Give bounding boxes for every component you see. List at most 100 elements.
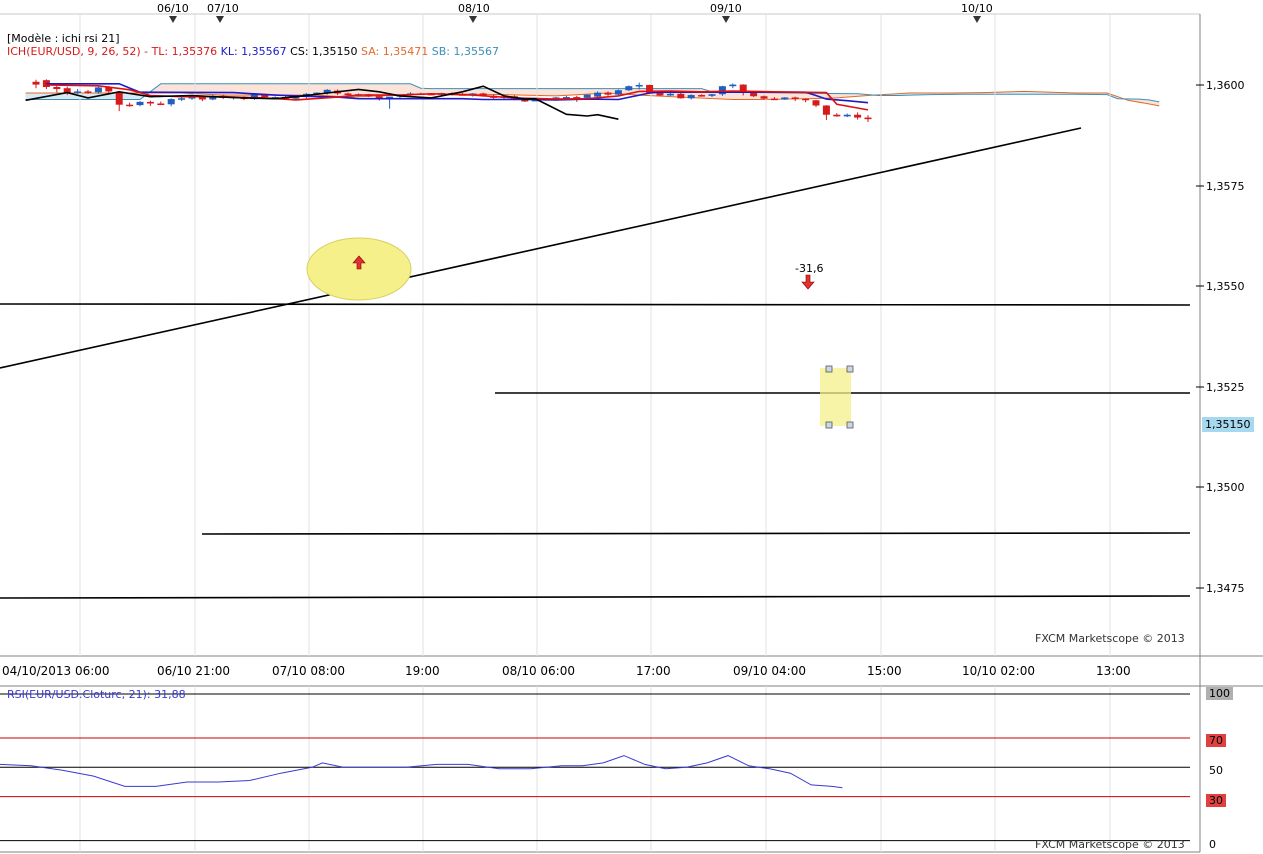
time-label: 04/10/2013 06:00: [2, 664, 110, 678]
candle-body: [625, 86, 633, 91]
selection-handle: [825, 365, 833, 373]
highlight-box: [820, 368, 851, 426]
candle-body: [115, 93, 123, 105]
kumo-segment: [735, 91, 739, 100]
kumo-segment: [261, 83, 266, 96]
kumo-segment: [381, 83, 385, 97]
kumo-segment: [124, 92, 128, 100]
kumo-segment: [568, 88, 572, 96]
selection-handle: [846, 421, 854, 429]
candle-body: [718, 86, 726, 95]
candle-body: [822, 105, 830, 115]
candle-body: [708, 94, 716, 96]
kumo-segment: [516, 88, 520, 96]
rsi-level-label: 50: [1209, 764, 1223, 777]
kumo-segment: [274, 83, 279, 96]
price-label: 1,3575: [1206, 180, 1245, 193]
kumo-segment: [571, 88, 575, 96]
time-label: 15:00: [867, 664, 902, 678]
candle-body: [698, 95, 706, 97]
candle-body: [32, 81, 40, 85]
price-label: 1,3525: [1206, 381, 1245, 394]
rsi-level-label: 30: [1206, 794, 1226, 807]
candle-body: [635, 85, 643, 87]
kumo-segment: [529, 88, 533, 96]
kumo-segment: [511, 88, 515, 96]
kumo-segment: [290, 83, 294, 96]
kumo-segment: [282, 83, 286, 96]
kumo-segment: [373, 83, 377, 97]
sa-value: SA: 1,35471: [361, 45, 429, 58]
kumo-segment: [776, 92, 780, 100]
rsi-level-label: 70: [1206, 734, 1226, 747]
kumo-segment: [100, 92, 104, 100]
kumo-segment: [737, 91, 741, 100]
kumo-segment: [27, 92, 32, 100]
copyright-rsi: FXCM Marketscope © 2013: [1035, 838, 1185, 851]
candle-body: [802, 98, 810, 101]
candle-body: [53, 87, 61, 90]
top-date-label: 10/10: [961, 2, 993, 15]
model-label: [Modèle : ichi rsi 21]: [7, 32, 120, 45]
kumo-segment: [540, 88, 544, 96]
kumo-segment: [586, 88, 591, 95]
ichimoku-chart[interactable]: [0, 0, 1263, 854]
candle-body: [781, 97, 789, 100]
kumo-segment: [339, 83, 344, 97]
candle-body: [84, 91, 92, 93]
kumo-segment: [514, 88, 518, 96]
kumo-segment: [527, 88, 531, 96]
kumo-segment: [727, 91, 731, 100]
candle-body: [604, 92, 612, 95]
horizontal-support-line: [0, 303, 1191, 306]
ich-name: ICH(EUR/USD, 9, 26, 52) -: [7, 45, 149, 58]
kumo-segment: [506, 88, 510, 96]
kumo-segment: [378, 83, 383, 97]
rsi-level-label: 100: [1206, 687, 1233, 700]
kumo-segment: [295, 83, 299, 96]
horizontal-line: [201, 532, 1191, 535]
time-label: 06/10 21:00: [157, 664, 230, 678]
kumo-segment: [560, 88, 565, 96]
kumo-segment: [800, 92, 804, 100]
kumo-segment: [833, 93, 838, 99]
price-label: 1,3475: [1206, 582, 1245, 595]
kumo-segment: [581, 88, 585, 95]
kumo-segment: [558, 88, 562, 96]
candle-body: [729, 84, 737, 87]
kumo-segment: [547, 88, 552, 96]
kumo-segment: [831, 93, 835, 99]
cs-value: CS: 1,35150: [290, 45, 358, 58]
kumo-segment: [573, 88, 578, 96]
kumo-segment: [25, 92, 29, 100]
kumo-segment: [701, 88, 705, 99]
kumo-segment: [277, 83, 281, 96]
current-price-tag: 1,35150: [1202, 417, 1254, 432]
kumo-segment: [732, 91, 736, 100]
price-label: 1,3550: [1206, 280, 1245, 293]
top-date-label: 08/10: [458, 2, 490, 15]
candle-body: [344, 93, 352, 96]
time-label: 13:00: [1096, 664, 1131, 678]
price-label: 1,3600: [1206, 79, 1245, 92]
candle-body: [74, 91, 82, 93]
kumo-segment: [584, 88, 588, 95]
candle-body: [146, 101, 154, 104]
kumo-segment: [563, 88, 567, 96]
kumo-segment: [376, 83, 380, 97]
kumo-segment: [503, 88, 507, 95]
kumo-segment: [285, 83, 289, 96]
candle-body: [791, 97, 799, 99]
price-label: 1,3500: [1206, 481, 1245, 494]
candle-body: [760, 96, 768, 99]
kumo-segment: [521, 88, 526, 96]
candle-body: [94, 87, 102, 93]
kumo-segment: [550, 88, 554, 97]
candle-body: [178, 98, 186, 100]
kumo-segment: [566, 88, 570, 96]
kumo-segment: [267, 83, 271, 96]
kumo-segment: [300, 83, 305, 96]
kumo-segment: [508, 88, 513, 96]
candle-body: [594, 92, 602, 97]
kumo-segment: [293, 83, 297, 96]
